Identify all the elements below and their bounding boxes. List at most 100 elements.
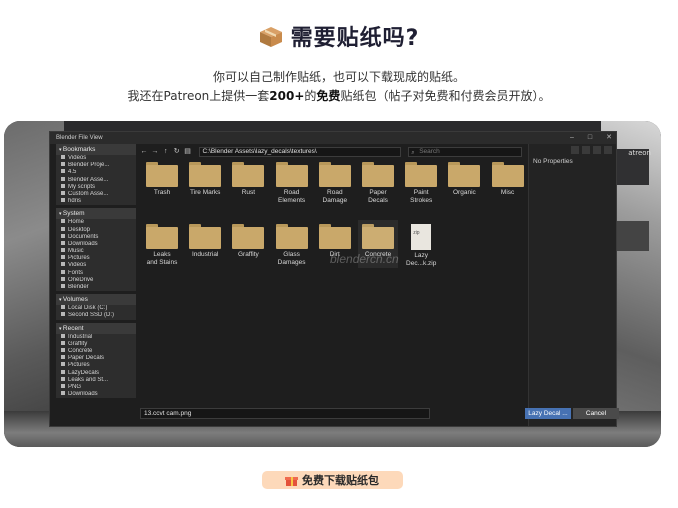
sidebar-item[interactable]: PNG <box>56 384 136 391</box>
sidebar-item[interactable]: Blender Asse... <box>56 177 136 184</box>
folder-label: Glass Damages <box>277 251 306 266</box>
path-input[interactable]: C:\Blender Assets\lazy_decals\textures\ <box>198 147 402 157</box>
sidebar-item[interactable]: My scripts <box>56 184 136 191</box>
display-mode-toolbar <box>529 144 616 156</box>
sidebar-item[interactable]: Fonts <box>56 270 136 277</box>
folder-icon <box>358 220 398 268</box>
back-icon[interactable]: ← <box>140 148 148 156</box>
folder-label: Paper Decals <box>368 189 388 204</box>
sidebar-panel: BookmarksVideosBlender Proje...4.5Blende… <box>56 144 136 206</box>
folder-item[interactable]: Paint Strokes <box>401 162 441 205</box>
folder-icon <box>189 224 222 249</box>
maximize-icon[interactable]: □ <box>588 132 592 144</box>
sidebar-panel-heading[interactable]: Bookmarks <box>56 144 136 155</box>
folder-item[interactable]: Trash <box>142 162 182 197</box>
desc-suffix: 贴纸包（帖子对免费和付费会员开放）。 <box>340 89 551 103</box>
sidebar-item[interactable]: LazyDecals <box>56 370 136 377</box>
sidebar-item[interactable]: Graffity <box>56 341 136 348</box>
folder-label: Road Elements <box>278 189 306 204</box>
folder-label: Road Damage <box>322 189 348 204</box>
sidebar-item[interactable]: Pictures <box>56 255 136 262</box>
sidebar-item[interactable]: Home <box>56 219 136 226</box>
grid-view-icon[interactable] <box>571 146 579 154</box>
folder-item[interactable]: Rust <box>228 162 268 197</box>
free-label: 免费 <box>316 89 341 103</box>
screenshot-frame: atreon Blender File View – □ ✕ Bookmarks… <box>4 121 661 447</box>
sidebar-panel-heading[interactable]: System <box>56 208 136 220</box>
folder-icon <box>232 162 265 187</box>
sidebar-item[interactable]: Concrete <box>56 348 136 355</box>
description-line-2: 我还在Patreon上提供一套200+的免费贴纸包（帖子对免费和付费会员开放）。 <box>0 87 678 104</box>
sidebar-item[interactable]: Paper Decals <box>56 355 136 362</box>
folder-item[interactable]: Misc <box>488 162 528 197</box>
folder-item[interactable]: Glass Damages <box>272 224 312 267</box>
new-folder-icon[interactable]: ▤ <box>184 148 192 156</box>
folder-label: Trash <box>153 189 171 196</box>
page-title: 需要贴纸吗? <box>0 20 678 52</box>
lazy-decal-button[interactable]: Lazy Decal ... <box>525 408 571 419</box>
sort-icon[interactable] <box>582 146 590 154</box>
sidebar-item[interactable]: Videos <box>56 155 136 162</box>
sidebar-item[interactable]: OneDrive <box>56 277 136 284</box>
folder-label: Paint Strokes <box>410 189 433 204</box>
sidebar-item[interactable]: hdris <box>56 198 136 205</box>
folder-icon <box>275 162 308 187</box>
folder-item[interactable]: Tire Marks <box>185 162 225 197</box>
close-icon[interactable]: ✕ <box>606 132 612 144</box>
folder-icon <box>318 162 351 187</box>
gift-icon <box>285 475 298 486</box>
minimize-icon[interactable]: – <box>570 132 574 144</box>
forward-icon[interactable]: → <box>151 148 159 156</box>
sidebar-panel: SystemHomeDesktopDocumentsDownloadsMusic… <box>56 208 136 292</box>
folder-label: Graffity <box>237 251 259 258</box>
description-line-1: 你可以自己制作贴纸，也可以下载现成的贴纸。 <box>212 70 465 84</box>
sidebar-item[interactable]: Local Disk (C:) <box>56 305 136 312</box>
search-input[interactable]: ⌕ Search <box>408 147 522 157</box>
folder-icon <box>232 224 265 249</box>
package-icon <box>259 26 283 48</box>
refresh-icon[interactable]: ↻ <box>173 148 181 156</box>
desc-mid: 的 <box>304 89 317 103</box>
file-view-window: Blender File View – □ ✕ BookmarksVideosB… <box>49 131 619 427</box>
folder-label: Industrial <box>192 251 219 258</box>
filter-icon[interactable] <box>593 146 601 154</box>
zip-file-item[interactable]: Lazy Dec...k.zip <box>401 224 441 268</box>
sidebar: BookmarksVideosBlender Proje...4.5Blende… <box>56 144 136 426</box>
sidebar-item[interactable]: Blender Proje... <box>56 162 136 169</box>
cancel-button[interactable]: Cancel <box>573 408 619 419</box>
sidebar-item[interactable]: Custom Asse... <box>56 191 136 198</box>
folder-icon <box>146 224 178 249</box>
sidebar-item[interactable]: Second SSD (D:) <box>56 312 136 319</box>
sidebar-item[interactable]: 4.5 <box>56 169 136 176</box>
sidebar-item[interactable]: Videos <box>56 262 136 269</box>
sidebar-item[interactable]: Documents <box>56 234 136 241</box>
zip-file-label: Lazy Dec...k.zip <box>406 252 437 267</box>
parent-dir-icon[interactable]: ↑ <box>162 148 170 156</box>
settings-icon[interactable] <box>604 146 612 154</box>
sidebar-item[interactable]: Music <box>56 248 136 255</box>
sidebar-panel-heading[interactable]: Recent <box>56 322 136 334</box>
sidebar-item[interactable]: Downloads <box>56 241 136 248</box>
pack-count: 200+ <box>269 89 305 103</box>
folder-item[interactable]: Organic <box>444 162 484 197</box>
sidebar-item[interactable]: Pictures <box>56 362 136 369</box>
folder-item[interactable]: Paper Decals <box>358 162 398 205</box>
folder-icon <box>448 162 481 187</box>
sidebar-item[interactable]: Desktop <box>56 227 136 234</box>
sidebar-item[interactable]: Leaks and St... <box>56 377 136 384</box>
folder-icon <box>275 224 308 249</box>
folder-label: Misc <box>500 189 515 196</box>
download-button[interactable]: 免费下载贴纸包 <box>262 471 403 489</box>
folder-icon <box>146 162 178 187</box>
folder-item[interactable]: Road Damage <box>315 162 355 205</box>
folder-item[interactable]: Graffity <box>228 224 268 259</box>
filename-input[interactable]: 13.ccvt cam.png <box>140 408 430 419</box>
sidebar-item[interactable]: Blender <box>56 284 136 291</box>
folder-item[interactable]: Industrial <box>185 224 225 259</box>
sidebar-item[interactable]: Downloads <box>56 391 136 398</box>
desc-prefix: 我还在Patreon上提供一套 <box>127 89 270 103</box>
folder-item[interactable]: Road Elements <box>272 162 312 205</box>
sidebar-item[interactable]: Industrial <box>56 334 136 341</box>
sidebar-panel-heading[interactable]: Volumes <box>56 294 136 306</box>
folder-item[interactable]: Leaks and Stains <box>142 224 182 267</box>
